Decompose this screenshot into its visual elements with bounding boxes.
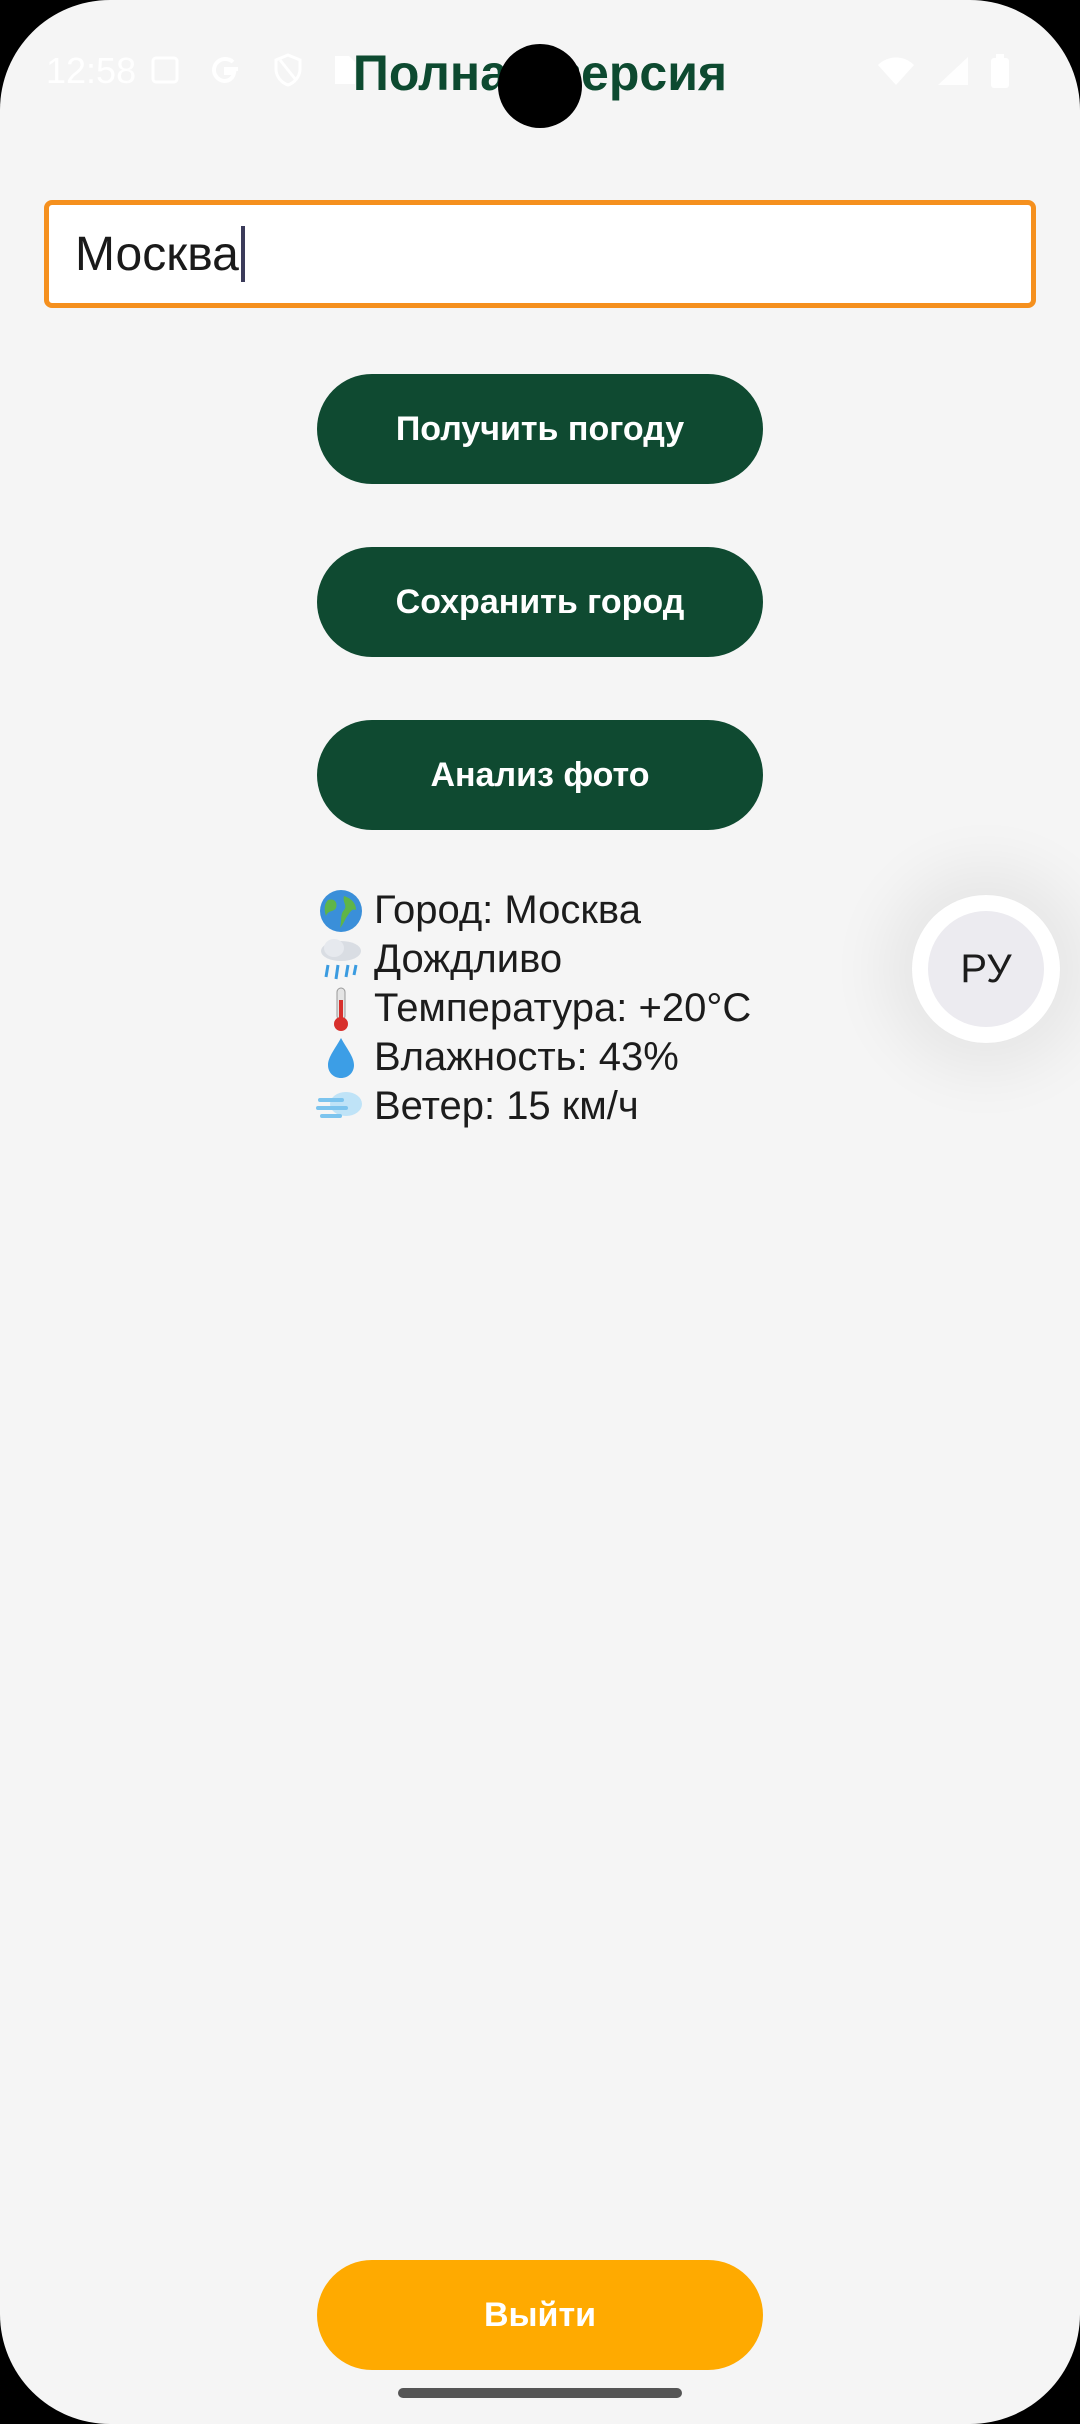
rain-cloud-icon	[316, 937, 366, 983]
weather-line-temperature: Температура: +20°C	[316, 984, 751, 1033]
exit-button[interactable]: Выйти	[317, 2260, 763, 2370]
weather-line-city: Город: Москва	[316, 886, 751, 935]
weather-info: Город: Москва Дождливо Температура: +20°…	[316, 886, 751, 1131]
weather-wind-text: Ветер: 15 км/ч	[374, 1084, 639, 1128]
weather-humidity-text: Влажность: 43%	[374, 1035, 679, 1079]
weather-line-condition: Дождливо	[316, 935, 751, 984]
app-screen: 12:58 Полная версия Москва Получить пого…	[0, 0, 1080, 2424]
thermometer-icon	[316, 986, 366, 1032]
home-indicator[interactable]	[398, 2388, 682, 2398]
weather-line-humidity: Влажность: 43%	[316, 1033, 751, 1082]
language-toggle-button[interactable]: РУ	[928, 911, 1044, 1027]
weather-temperature-text: Температура: +20°C	[374, 986, 752, 1030]
globe-icon	[316, 888, 366, 934]
droplet-icon	[316, 1035, 366, 1081]
save-city-button[interactable]: Сохранить город	[317, 547, 763, 657]
weather-city-text: Город: Москва	[374, 888, 641, 932]
weather-condition-text: Дождливо	[374, 937, 563, 981]
city-input[interactable]: Москва	[44, 200, 1036, 308]
city-input-value: Москва	[75, 227, 239, 281]
weather-line-wind: Ветер: 15 км/ч	[316, 1082, 751, 1131]
text-caret	[240, 226, 245, 282]
get-weather-button[interactable]: Получить погоду	[317, 374, 763, 484]
photo-analysis-button[interactable]: Анализ фото	[317, 720, 763, 830]
camera-cutout	[498, 44, 582, 128]
wind-icon	[316, 1084, 366, 1130]
